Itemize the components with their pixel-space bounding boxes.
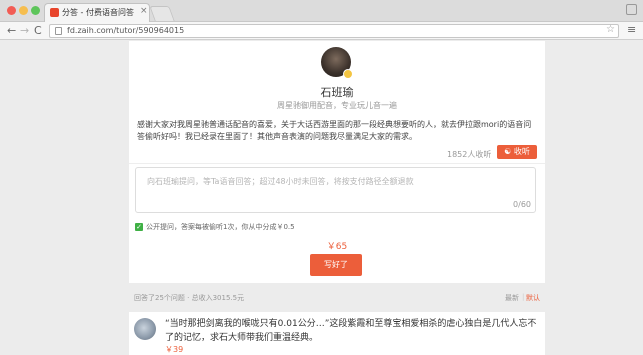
tutor-intro: 感谢大家对我周星驰普通话配音的喜爱，关于大话西游里面的那一段经典想要听的人，就去…	[137, 120, 532, 141]
verified-badge-icon	[343, 69, 353, 79]
divider	[129, 163, 545, 164]
address-bar[interactable]: fd.zaih.com/tutor/590964015 ☆	[49, 24, 619, 38]
url-text[interactable]: fd.zaih.com/tutor/590964015	[67, 26, 184, 35]
ask-price: ￥65	[326, 242, 348, 252]
answer-list-item[interactable]: “当时那把剑离我的喉咙只有0.01公分…”这段紫霞和至尊宝相爱相杀的虐心独白是几…	[129, 312, 545, 355]
browser-tab[interactable]: 分答 - 付费语音问答 - 石班瑜 ×	[44, 3, 150, 22]
sort-default-link[interactable]: 默认	[526, 293, 540, 303]
tab-close-icon[interactable]: ×	[140, 6, 148, 16]
back-arrow-icon[interactable]: ←	[7, 23, 16, 38]
listen-button-label: 收听	[513, 147, 530, 156]
char-count: 0/60	[513, 200, 531, 209]
tutor-tagline: 周星驰御用配音，专业玩儿音一遍	[277, 101, 397, 110]
question-placeholder: 向石班瑜提问，等Ta语音回答；超过48小时未回答，将按支付路径全额退款	[147, 177, 414, 186]
listener-count: 1852人收听	[447, 150, 492, 159]
user-profile-button[interactable]	[626, 4, 637, 15]
answer-stats: 回答了25个问题 · 总收入3015.5元	[134, 294, 245, 302]
new-tab-button[interactable]	[149, 6, 175, 21]
menu-icon[interactable]: ≡	[627, 23, 636, 36]
public-question-label: 公开提问，答案每被偷听1次，你从中分成￥0.5	[146, 223, 295, 231]
question-input[interactable]: 向石班瑜提问，等Ta语音回答；超过48小时未回答，将按支付路径全额退款 0/60	[135, 167, 536, 213]
public-question-checkbox[interactable]: ✓	[135, 223, 143, 231]
headphones-icon: ☯	[504, 147, 512, 156]
maximize-window-button[interactable]	[31, 6, 40, 15]
favicon-icon	[50, 8, 59, 17]
tab-title: 分答 - 付费语音问答 - 石班瑜	[62, 8, 136, 17]
browser-toolbar: ← → C fd.zaih.com/tutor/590964015 ☆ ≡	[0, 22, 643, 40]
asker-avatar	[134, 318, 156, 340]
page-icon	[55, 27, 62, 35]
bookmark-star-icon[interactable]: ☆	[606, 24, 615, 35]
tutor-card: 石班瑜 周星驰御用配音，专业玩儿音一遍 感谢大家对我周星驰普通话配音的喜爱，关于…	[129, 41, 545, 283]
reload-icon[interactable]: C	[34, 23, 42, 38]
close-window-button[interactable]	[7, 6, 16, 15]
sort-latest-link[interactable]: 最新	[505, 293, 519, 303]
submit-question-button[interactable]: 写好了	[310, 254, 362, 276]
listen-price: ￥39	[165, 345, 184, 354]
minimize-window-button[interactable]	[19, 6, 28, 15]
sort-separator: |	[522, 293, 525, 301]
tutor-name: 石班瑜	[320, 86, 354, 99]
question-text: “当时那把剑离我的喉咙只有0.01公分…”这段紫霞和至尊宝相爱相杀的虐心独白是几…	[165, 319, 537, 343]
listen-button[interactable]: ☯ 收听	[497, 145, 537, 159]
answer-stats-row: 回答了25个问题 · 总收入3015.5元 最新 | 默认	[129, 291, 545, 305]
forward-arrow-icon[interactable]: →	[20, 23, 29, 38]
browser-tab-bar: 分答 - 付费语音问答 - 石班瑜 ×	[0, 0, 643, 22]
